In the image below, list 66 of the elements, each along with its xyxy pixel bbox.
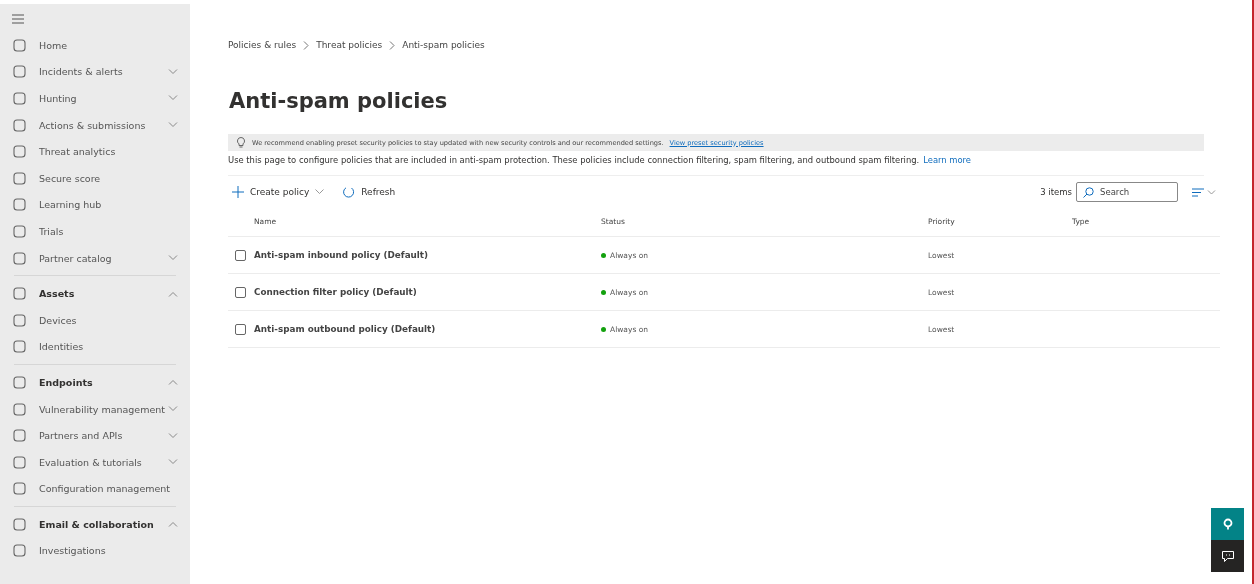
policy-name[interactable]: Connection filter policy (Default): [254, 287, 601, 297]
square-icon: [13, 340, 26, 354]
lightbulb-icon: [236, 137, 246, 148]
nav-item[interactable]: Hunting: [0, 85, 190, 112]
square-icon: [13, 313, 26, 327]
nav-item[interactable]: Assets: [0, 280, 190, 307]
nav-item[interactable]: Configuration management: [0, 475, 190, 503]
nav-item[interactable]: Partners and APIs: [0, 422, 190, 449]
square-icon: [13, 145, 26, 159]
square-icon: [13, 92, 26, 105]
search-field[interactable]: Search: [1076, 182, 1178, 202]
policy-name[interactable]: Anti-spam inbound policy (Default): [254, 250, 601, 260]
breadcrumb-link[interactable]: Anti-spam policies: [402, 40, 485, 50]
square-icon: [13, 544, 26, 558]
square-icon: [13, 38, 26, 52]
chevron-icon: [389, 40, 396, 50]
page-title: Anti-spam policies: [229, 88, 449, 114]
chevron-icon: [315, 189, 325, 195]
square-icon: [13, 429, 26, 443]
search-icon: [1083, 186, 1094, 198]
square-icon: [13, 375, 26, 389]
square-icon: [13, 198, 26, 212]
square-icon: [13, 455, 26, 469]
breadcrumb-link[interactable]: Threat policies: [316, 40, 383, 50]
nav-item[interactable]: Vulnerability management: [0, 395, 190, 423]
nav-item[interactable]: Evaluation & tutorials: [0, 448, 190, 476]
nav-item[interactable]: Devices: [0, 306, 190, 334]
nav-item[interactable]: Home: [0, 32, 190, 59]
chat-icon: [1221, 550, 1234, 562]
nav-item[interactable]: Actions & submissions: [0, 111, 190, 139]
refresh-button[interactable]: Refresh: [338, 185, 396, 199]
nav-item[interactable]: Learning hub: [0, 191, 190, 219]
create-policy-button[interactable]: Create policy: [228, 186, 325, 198]
item-count: 3 items: [1040, 187, 1072, 197]
refresh-icon: [342, 185, 356, 199]
breadcrumb-link[interactable]: Policies & rules: [228, 40, 297, 50]
square-icon: [13, 118, 26, 132]
nav-item[interactable]: Endpoints: [0, 369, 190, 396]
nav-item[interactable]: Trials: [0, 218, 190, 245]
square-icon: [13, 65, 26, 79]
nav-item[interactable]: Partner catalog: [0, 244, 190, 272]
square-icon: [13, 517, 26, 531]
square-icon: [13, 402, 26, 416]
square-icon: [13, 171, 26, 185]
help-button[interactable]: [1211, 508, 1244, 540]
feedback-button[interactable]: [1211, 540, 1244, 572]
nav-item[interactable]: Secure score: [0, 164, 190, 192]
nav-item[interactable]: Identities: [0, 333, 190, 361]
policy-name[interactable]: Anti-spam outbound policy (Default): [254, 324, 601, 334]
row-checkbox[interactable]: [235, 286, 246, 298]
plus-icon: [232, 186, 244, 198]
nav-item[interactable]: Email & collaboration: [0, 511, 190, 538]
nav-item[interactable]: Incidents & alerts: [0, 58, 190, 86]
nav-item[interactable]: Investigations: [0, 537, 190, 565]
row-checkbox[interactable]: [235, 249, 246, 261]
square-icon: [13, 482, 26, 496]
nav-item[interactable]: Threat analytics: [0, 138, 190, 165]
chevron-icon: [303, 40, 310, 50]
square-icon: [13, 287, 26, 301]
square-icon: [13, 251, 26, 265]
square-icon: [13, 224, 26, 238]
description-text: Use this page to configure policies that are included in anti-spam protection. These policies include connection filtering, spam filtering, and outbound spam filtering.: [228, 155, 920, 167]
pin-icon: [1222, 518, 1233, 530]
filter-button[interactable]: [1192, 187, 1216, 197]
row-checkbox[interactable]: [235, 323, 246, 335]
learn-more-link[interactable]: Learn more: [923, 155, 971, 169]
